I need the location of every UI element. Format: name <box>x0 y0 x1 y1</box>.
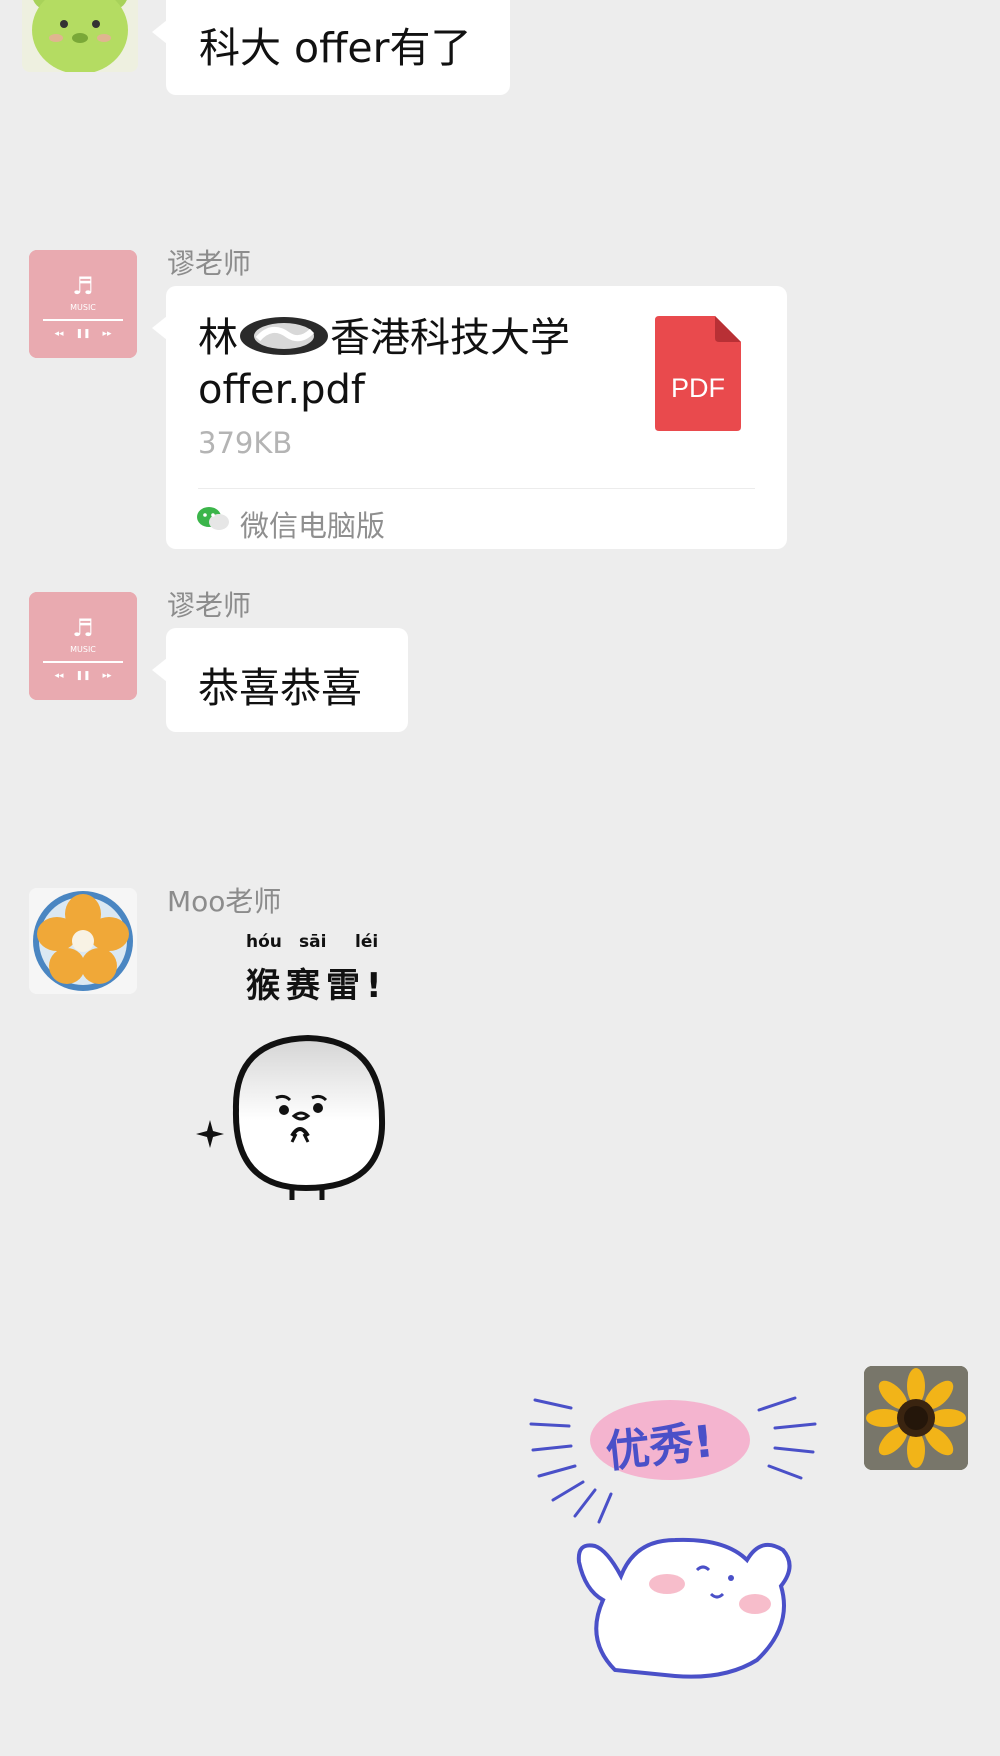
file-size: 379KB <box>198 426 293 460</box>
handshake-icon <box>238 315 330 357</box>
message-bubble-1[interactable]: 科大 offer有了 <box>152 0 510 95</box>
sticker-hou-sai-lei[interactable]: hóu sāi léi 猴赛雷! <box>196 930 436 1210</box>
svg-text:PDF: PDF <box>671 373 725 403</box>
sender-name: 谬老师 <box>167 589 252 622</box>
avatar-music-player[interactable]: ♬ MUSIC ◂◂ ❚❚ ▸▸ <box>29 592 137 700</box>
sticker-pinyin-1: hóu <box>246 932 282 952</box>
svg-text:MUSIC: MUSIC <box>70 645 96 654</box>
message-bubble-3[interactable]: 恭喜恭喜 <box>152 628 408 732</box>
svg-text:MUSIC: MUSIC <box>70 303 96 312</box>
sticker-pinyin-2: sāi <box>299 932 327 952</box>
green-bear-icon <box>22 0 138 72</box>
sticker-pinyin-3: léi <box>355 932 379 952</box>
sticker-you-xiu[interactable]: 优秀! <box>525 1390 830 1680</box>
svg-text:♬: ♬ <box>72 614 94 642</box>
flower-icon <box>29 888 137 994</box>
message-text: 恭喜恭喜 <box>198 664 362 712</box>
round-bird-icon <box>196 1034 386 1200</box>
message-text: 科大 offer有了 <box>199 24 472 72</box>
svg-text:◂◂: ◂◂ <box>54 329 64 339</box>
svg-text:♬: ♬ <box>72 272 94 300</box>
sticker-caption: 猴赛雷! <box>246 966 388 1006</box>
svg-text:◂◂: ◂◂ <box>54 671 64 681</box>
svg-text:❚❚: ❚❚ <box>75 329 90 339</box>
sender-name: Moo老师 <box>167 885 282 918</box>
music-player-icon: ♬ MUSIC ◂◂ ❚❚ ▸▸ <box>29 592 137 700</box>
file-name: 林 香港科技大学 offer.pdf <box>198 315 570 413</box>
music-player-icon: ♬ MUSIC ◂◂ ❚❚ ▸▸ <box>29 250 137 358</box>
avatar-music-player[interactable]: ♬ MUSIC ◂◂ ❚❚ ▸▸ <box>29 250 137 358</box>
sender-name: 谬老师 <box>167 247 252 280</box>
bunny-cheer-icon: 优秀! <box>529 1396 817 1679</box>
wechat-icon <box>196 505 230 533</box>
svg-text:▸▸: ▸▸ <box>102 329 112 339</box>
avatar-sunflower[interactable] <box>864 1366 968 1470</box>
avatar-flower[interactable] <box>29 888 137 994</box>
sunflower-icon <box>864 1366 968 1470</box>
svg-text:❚❚: ❚❚ <box>75 671 90 681</box>
svg-text:▸▸: ▸▸ <box>102 671 112 681</box>
file-message-card[interactable]: 林 香港科技大学 offer.pdf 379KB PDF 微信电脑版 <box>152 286 787 549</box>
pdf-file-icon: PDF <box>655 316 741 431</box>
source-label: 微信电脑版 <box>240 509 386 543</box>
avatar-green-bear[interactable] <box>22 0 138 72</box>
divider <box>198 488 755 489</box>
